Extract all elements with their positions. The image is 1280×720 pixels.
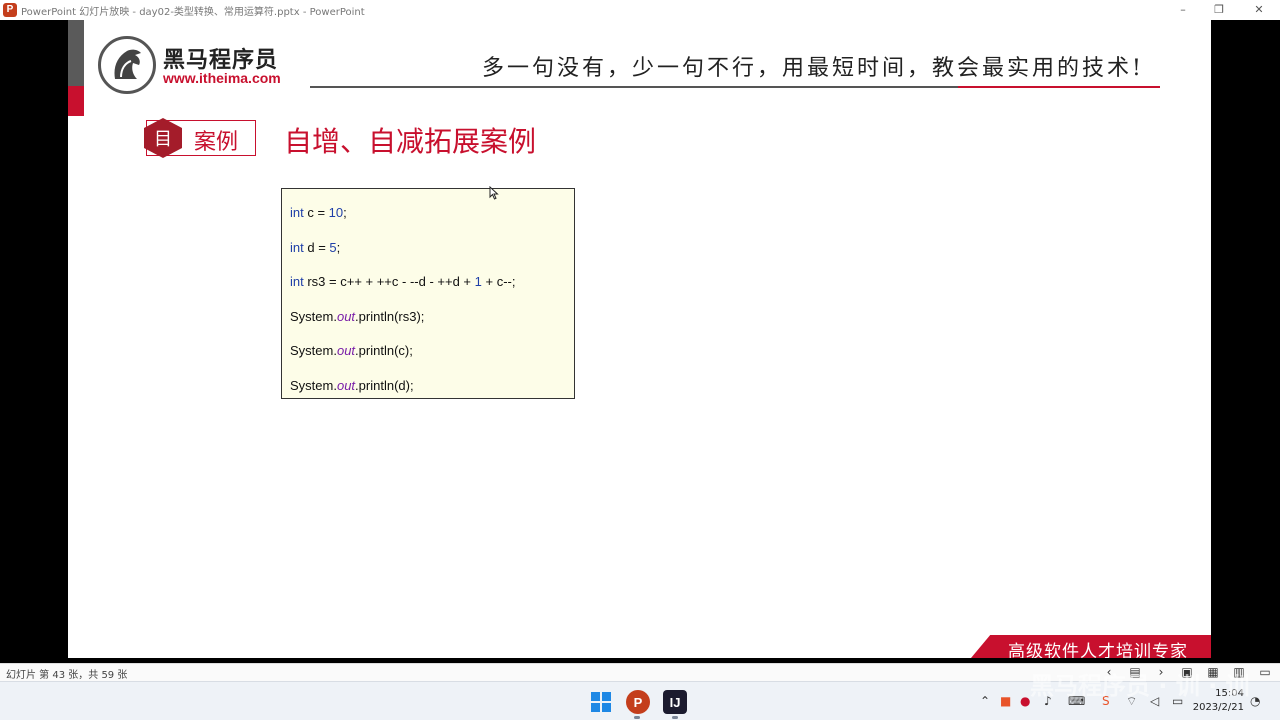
code-line: System.out.println(d); bbox=[290, 378, 574, 413]
video-watermark: 黑马程序员 · 训 · 训 bbox=[1030, 672, 1250, 700]
code-text: .println(c); bbox=[355, 343, 413, 358]
windows-start-icon[interactable] bbox=[589, 690, 613, 714]
code-line: int rs3 = c++ + ++c - --d - ++d + 1 + c-… bbox=[290, 274, 574, 309]
slide-canvas[interactable]: 黑马程序员 www.itheima.com 多一句没有，少一句不行，用最短时间，… bbox=[68, 20, 1211, 658]
mouse-cursor-icon bbox=[489, 186, 499, 200]
code-keyword: int bbox=[290, 274, 304, 289]
code-keyword: int bbox=[290, 205, 304, 220]
minimize-button[interactable]: – bbox=[1164, 0, 1202, 20]
notification-icon[interactable]: ◔ bbox=[1250, 694, 1260, 708]
code-block: int c = 10; int d = 5; int rs3 = c++ + +… bbox=[281, 188, 575, 399]
code-field: out bbox=[336, 343, 356, 358]
code-line: System.out.println(c); bbox=[290, 343, 574, 378]
slide-title: 自增、自减拓展案例 bbox=[284, 125, 537, 158]
code-text: System. bbox=[290, 377, 337, 393]
restore-button[interactable]: ❐ bbox=[1200, 0, 1238, 20]
decor-bar-gray bbox=[68, 20, 84, 86]
intellij-running-indicator bbox=[672, 716, 678, 719]
code-text: ; bbox=[343, 205, 347, 220]
close-button[interactable]: ✕ bbox=[1240, 0, 1278, 20]
decor-bar-red bbox=[68, 86, 84, 116]
code-keyword: int bbox=[290, 239, 304, 255]
code-field: out bbox=[336, 377, 356, 393]
window-title: PowerPoint 幻灯片放映 - day02-类型转换、常用运算符.pptx… bbox=[21, 6, 365, 18]
code-text: .println(rs3); bbox=[355, 308, 425, 324]
slide-counter: 幻灯片 第 43 张，共 59 张 bbox=[6, 670, 128, 681]
powerpoint-icon: P bbox=[3, 3, 17, 17]
clock-date: 2023/2/21 bbox=[1192, 702, 1244, 713]
horse-logo-icon bbox=[98, 36, 156, 94]
code-text: d = bbox=[303, 239, 330, 255]
powerpoint-taskbar-icon[interactable]: P bbox=[626, 690, 650, 714]
slide-slogan: 多一句没有，少一句不行，用最短时间，教会最实用的技术! bbox=[482, 56, 1144, 81]
code-text: System. bbox=[290, 343, 337, 358]
tray-app-icon[interactable]: ■ bbox=[1000, 694, 1011, 708]
code-text: .println(d); bbox=[355, 377, 414, 393]
logo-url: www.itheima.com bbox=[163, 70, 281, 86]
code-line: int d = 5; bbox=[290, 240, 574, 275]
tray-app2-icon[interactable]: ● bbox=[1020, 694, 1030, 708]
code-line: System.out.println(rs3); bbox=[290, 309, 574, 344]
footer-tagline: 高级软件人才培训专家 bbox=[1008, 642, 1188, 658]
code-field: out bbox=[336, 308, 356, 324]
code-number: 10 bbox=[328, 205, 344, 220]
powerpoint-running-indicator bbox=[634, 716, 640, 719]
code-text: System. bbox=[290, 308, 337, 324]
code-line: int c = 10; bbox=[290, 205, 574, 240]
code-number: 1 bbox=[474, 274, 482, 289]
code-number: 5 bbox=[329, 239, 337, 255]
code-text: ; bbox=[336, 239, 341, 255]
slideshow-view-icon[interactable]: ▭ bbox=[1258, 665, 1272, 679]
code-text: rs3 = c++ + ++c - --d - ++d + bbox=[303, 274, 475, 289]
code-text: c = bbox=[303, 205, 329, 220]
horse-head-icon bbox=[114, 49, 141, 79]
tray-chevron-icon[interactable]: ⌃ bbox=[980, 694, 990, 708]
intellij-taskbar-icon[interactable]: IJ bbox=[663, 690, 687, 714]
case-label: 案例 bbox=[194, 130, 239, 155]
window-titlebar: P PowerPoint 幻灯片放映 - day02-类型转换、常用运算符.pp… bbox=[0, 0, 1280, 20]
slogan-underline-accent bbox=[958, 86, 1160, 88]
code-text: + c--; bbox=[481, 274, 516, 289]
